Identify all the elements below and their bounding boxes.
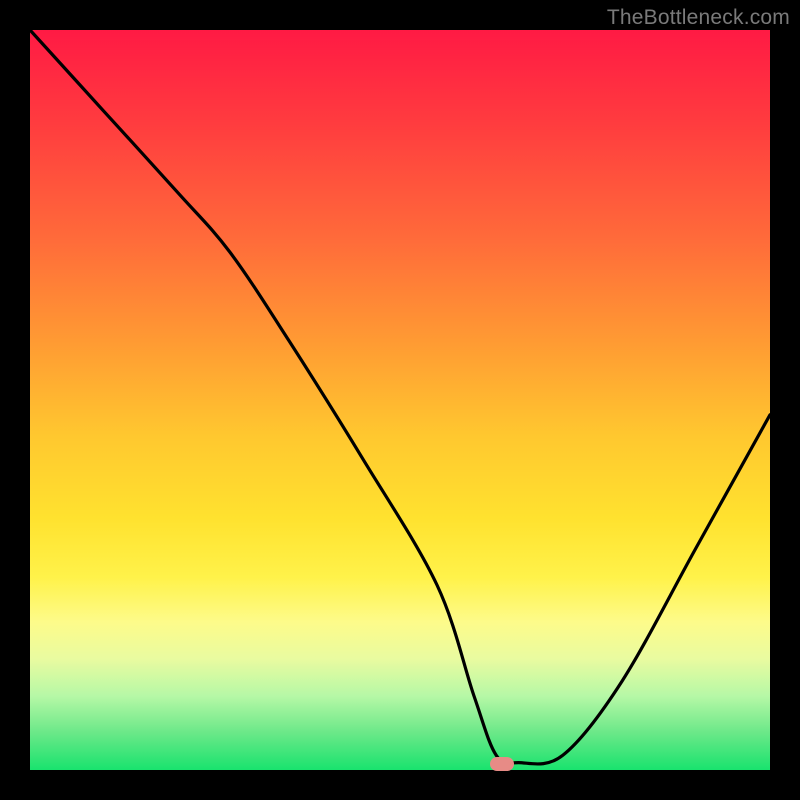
chart-frame: TheBottleneck.com (0, 0, 800, 800)
optimum-marker (490, 757, 514, 771)
plot-area (30, 30, 770, 770)
watermark-text: TheBottleneck.com (607, 6, 790, 30)
bottleneck-curve (30, 30, 770, 770)
